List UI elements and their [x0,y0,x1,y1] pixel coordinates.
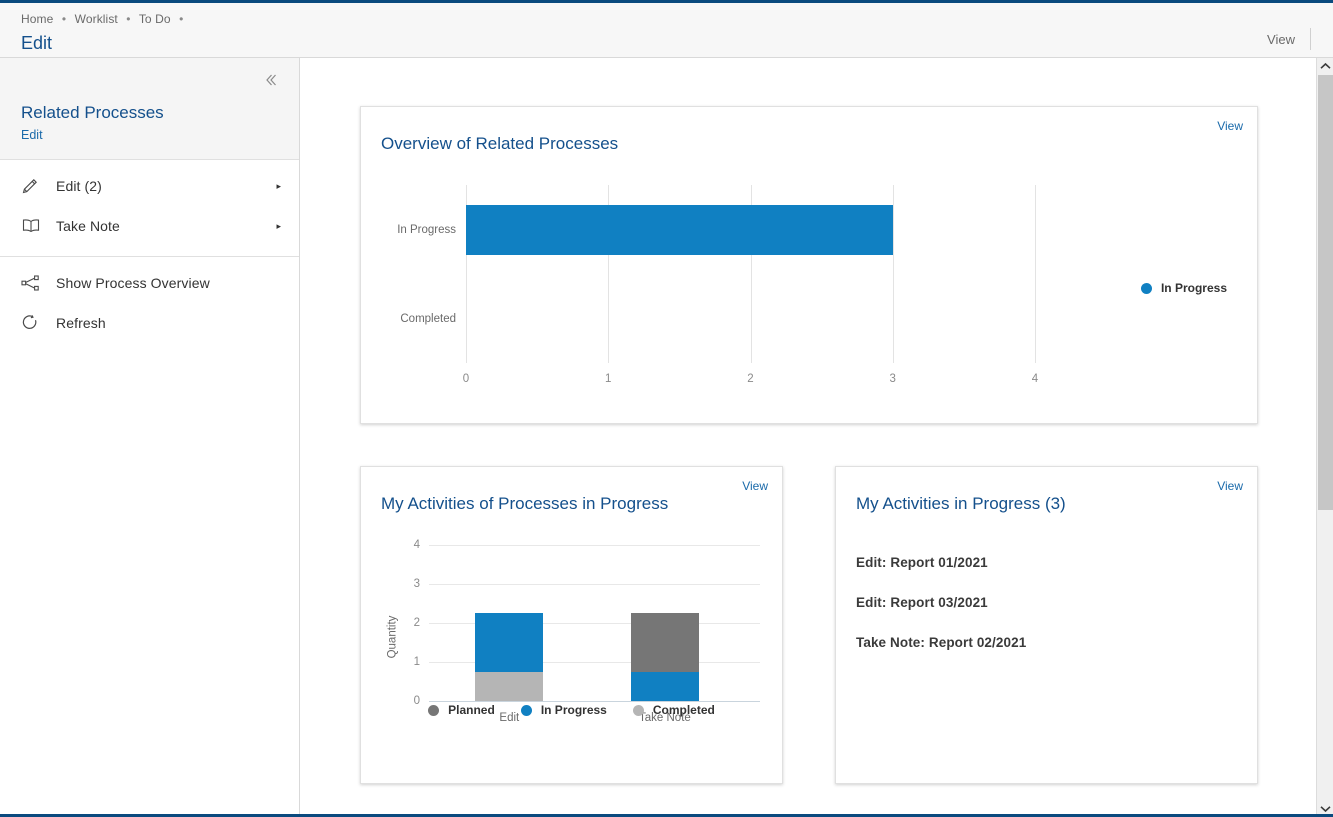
activities-stacked-bar-chart: Quantity 4 3 2 1 0 Edit Take Note Planne… [361,531,782,743]
activities-list-card-title: My Activities in Progress (3) [856,494,1066,513]
sidebar-menu-group-actions: Show Process Overview Refresh [0,257,299,353]
card-my-activities-of-processes-in-progress: View My Activities of Processes in Progr… [360,466,783,784]
header-left: Home • Worklist • To Do • Edit [0,12,188,54]
vertical-scrollbar[interactable] [1316,58,1333,817]
chevron-up-icon [1319,58,1331,76]
header-view-button[interactable]: View [1267,32,1310,47]
card-overview-of-related-processes: View Overview of Related Processes In Pr… [360,106,1258,424]
activities-legend: Planned In Progress Completed [361,703,782,717]
sidebar-item-label: Show Process Overview [56,275,210,291]
activities-bar-segment-completed[interactable] [475,671,544,701]
sidebar-item-refresh[interactable]: Refresh [0,303,299,343]
dashboard-bottom-row: View My Activities of Processes in Progr… [360,466,1316,784]
activities-bar-segment-planned[interactable] [630,613,699,672]
header-divider [1310,28,1311,50]
overview-xtick: 2 [747,373,754,385]
legend-color-swatch [632,704,644,716]
scrollbar-track[interactable] [1317,75,1333,800]
gridline [429,545,760,546]
legend-item-in-progress[interactable]: In Progress [520,703,607,717]
sidebar-subheading[interactable]: Edit [0,124,299,143]
chevron-double-left-icon [263,72,279,88]
overview-category-label: In Progress [397,223,456,236]
breadcrumb-item-home[interactable]: Home [21,12,53,26]
card-my-activities-in-progress: View My Activities in Progress (3) Edit:… [835,466,1258,784]
breadcrumb-item-todo[interactable]: To Do [139,12,171,26]
breadcrumb-item-worklist[interactable]: Worklist [75,12,118,26]
activities-ytick: 1 [413,656,420,668]
sidebar-collapse-button[interactable] [259,68,283,92]
refresh-icon [20,313,50,333]
sidebar-item-show-process-overview[interactable]: Show Process Overview [0,263,299,303]
scrollbar-thumb[interactable] [1317,75,1333,510]
activities-ytick: 4 [413,539,420,551]
chevron-right-icon: ▸ [276,180,281,191]
chevron-right-icon: ▸ [276,220,281,231]
activity-list: Edit: Report 01/2021 Edit: Report 03/202… [836,515,1257,650]
activities-ytick: 3 [413,578,420,590]
legend-item-completed[interactable]: Completed [632,703,715,717]
breadcrumb: Home • Worklist • To Do • [21,12,188,26]
header-right: View [1267,28,1333,50]
overview-view-link[interactable]: View [1217,119,1243,133]
page-title: Edit [21,33,53,53]
sidebar-item-label: Take Note [56,218,120,234]
legend-item-planned[interactable]: Planned [428,703,495,717]
breadcrumb-separator: • [179,12,184,26]
sidebar: Related Processes Edit Edit (2) ▸ Take N… [0,58,300,817]
activities-ytick: 2 [413,617,420,629]
page-header: Home • Worklist • To Do • Edit View [0,3,1333,58]
overview-bar-chart: In Progress Completed 0 1 2 3 4 In Progr… [361,177,1257,399]
legend-color-swatch [1140,282,1152,294]
activities-plot-area: 4 3 2 1 0 Edit Take Note [414,539,760,724]
gridline [892,185,894,363]
overview-xtick: 0 [462,373,470,385]
axis-baseline [429,701,760,702]
legend-label: Planned [448,703,495,717]
pencil-icon [20,176,50,196]
sidebar-heading: Related Processes [21,103,164,122]
process-overview-icon [20,273,50,293]
activities-bar-segment-in-progress[interactable] [630,671,699,701]
activities-bar-group[interactable]: Take Note [630,584,699,724]
legend-label[interactable]: In Progress [1161,281,1227,295]
breadcrumb-separator: • [61,12,67,26]
legend-color-swatch [520,704,532,716]
overview-xtick: 3 [889,373,896,385]
legend-color-swatch [428,704,440,716]
list-item[interactable]: Edit: Report 01/2021 [856,555,1257,570]
sidebar-item-label: Refresh [56,315,106,331]
gridline [1035,185,1036,363]
legend-label: In Progress [540,703,607,717]
overview-legend: In Progress [1140,281,1227,295]
activities-chart-view-link[interactable]: View [742,479,768,493]
page-body: Related Processes Edit Edit (2) ▸ Take N… [0,58,1333,817]
list-item[interactable]: Edit: Report 03/2021 [856,595,1257,610]
overview-plot-area: In Progress Completed 0 1 2 3 4 [397,185,1038,385]
overview-category-label: Completed [400,312,456,325]
overview-bar-in-progress[interactable] [466,204,893,255]
list-item[interactable]: Take Note: Report 02/2021 [856,635,1257,650]
breadcrumb-separator: • [126,12,131,26]
sidebar-menu-group-processes: Edit (2) ▸ Take Note ▸ [0,160,299,257]
book-icon [20,216,50,236]
legend-label: Completed [652,703,715,717]
dashboard: View Overview of Related Processes In Pr… [300,58,1316,817]
activities-bar-group[interactable]: Edit [475,584,544,724]
sidebar-item-label: Edit (2) [56,178,102,194]
activities-list-view-link[interactable]: View [1217,479,1243,493]
content-area: View Overview of Related Processes In Pr… [300,58,1333,817]
overview-xtick: 1 [605,373,612,385]
activities-bar-segment-in-progress[interactable] [475,613,544,672]
application-window: Home • Worklist • To Do • Edit View Rela… [0,0,1333,817]
activities-chart-card-title: My Activities of Processes in Progress [381,494,669,513]
scroll-up-button[interactable] [1316,58,1333,76]
sidebar-header: Related Processes Edit [0,58,299,160]
sidebar-item-take-note[interactable]: Take Note ▸ [0,206,299,246]
overview-card-title: Overview of Related Processes [381,134,619,153]
overview-xtick: 4 [1031,373,1039,385]
y-axis-title: Quantity [386,615,399,659]
sidebar-item-edit[interactable]: Edit (2) ▸ [0,166,299,206]
